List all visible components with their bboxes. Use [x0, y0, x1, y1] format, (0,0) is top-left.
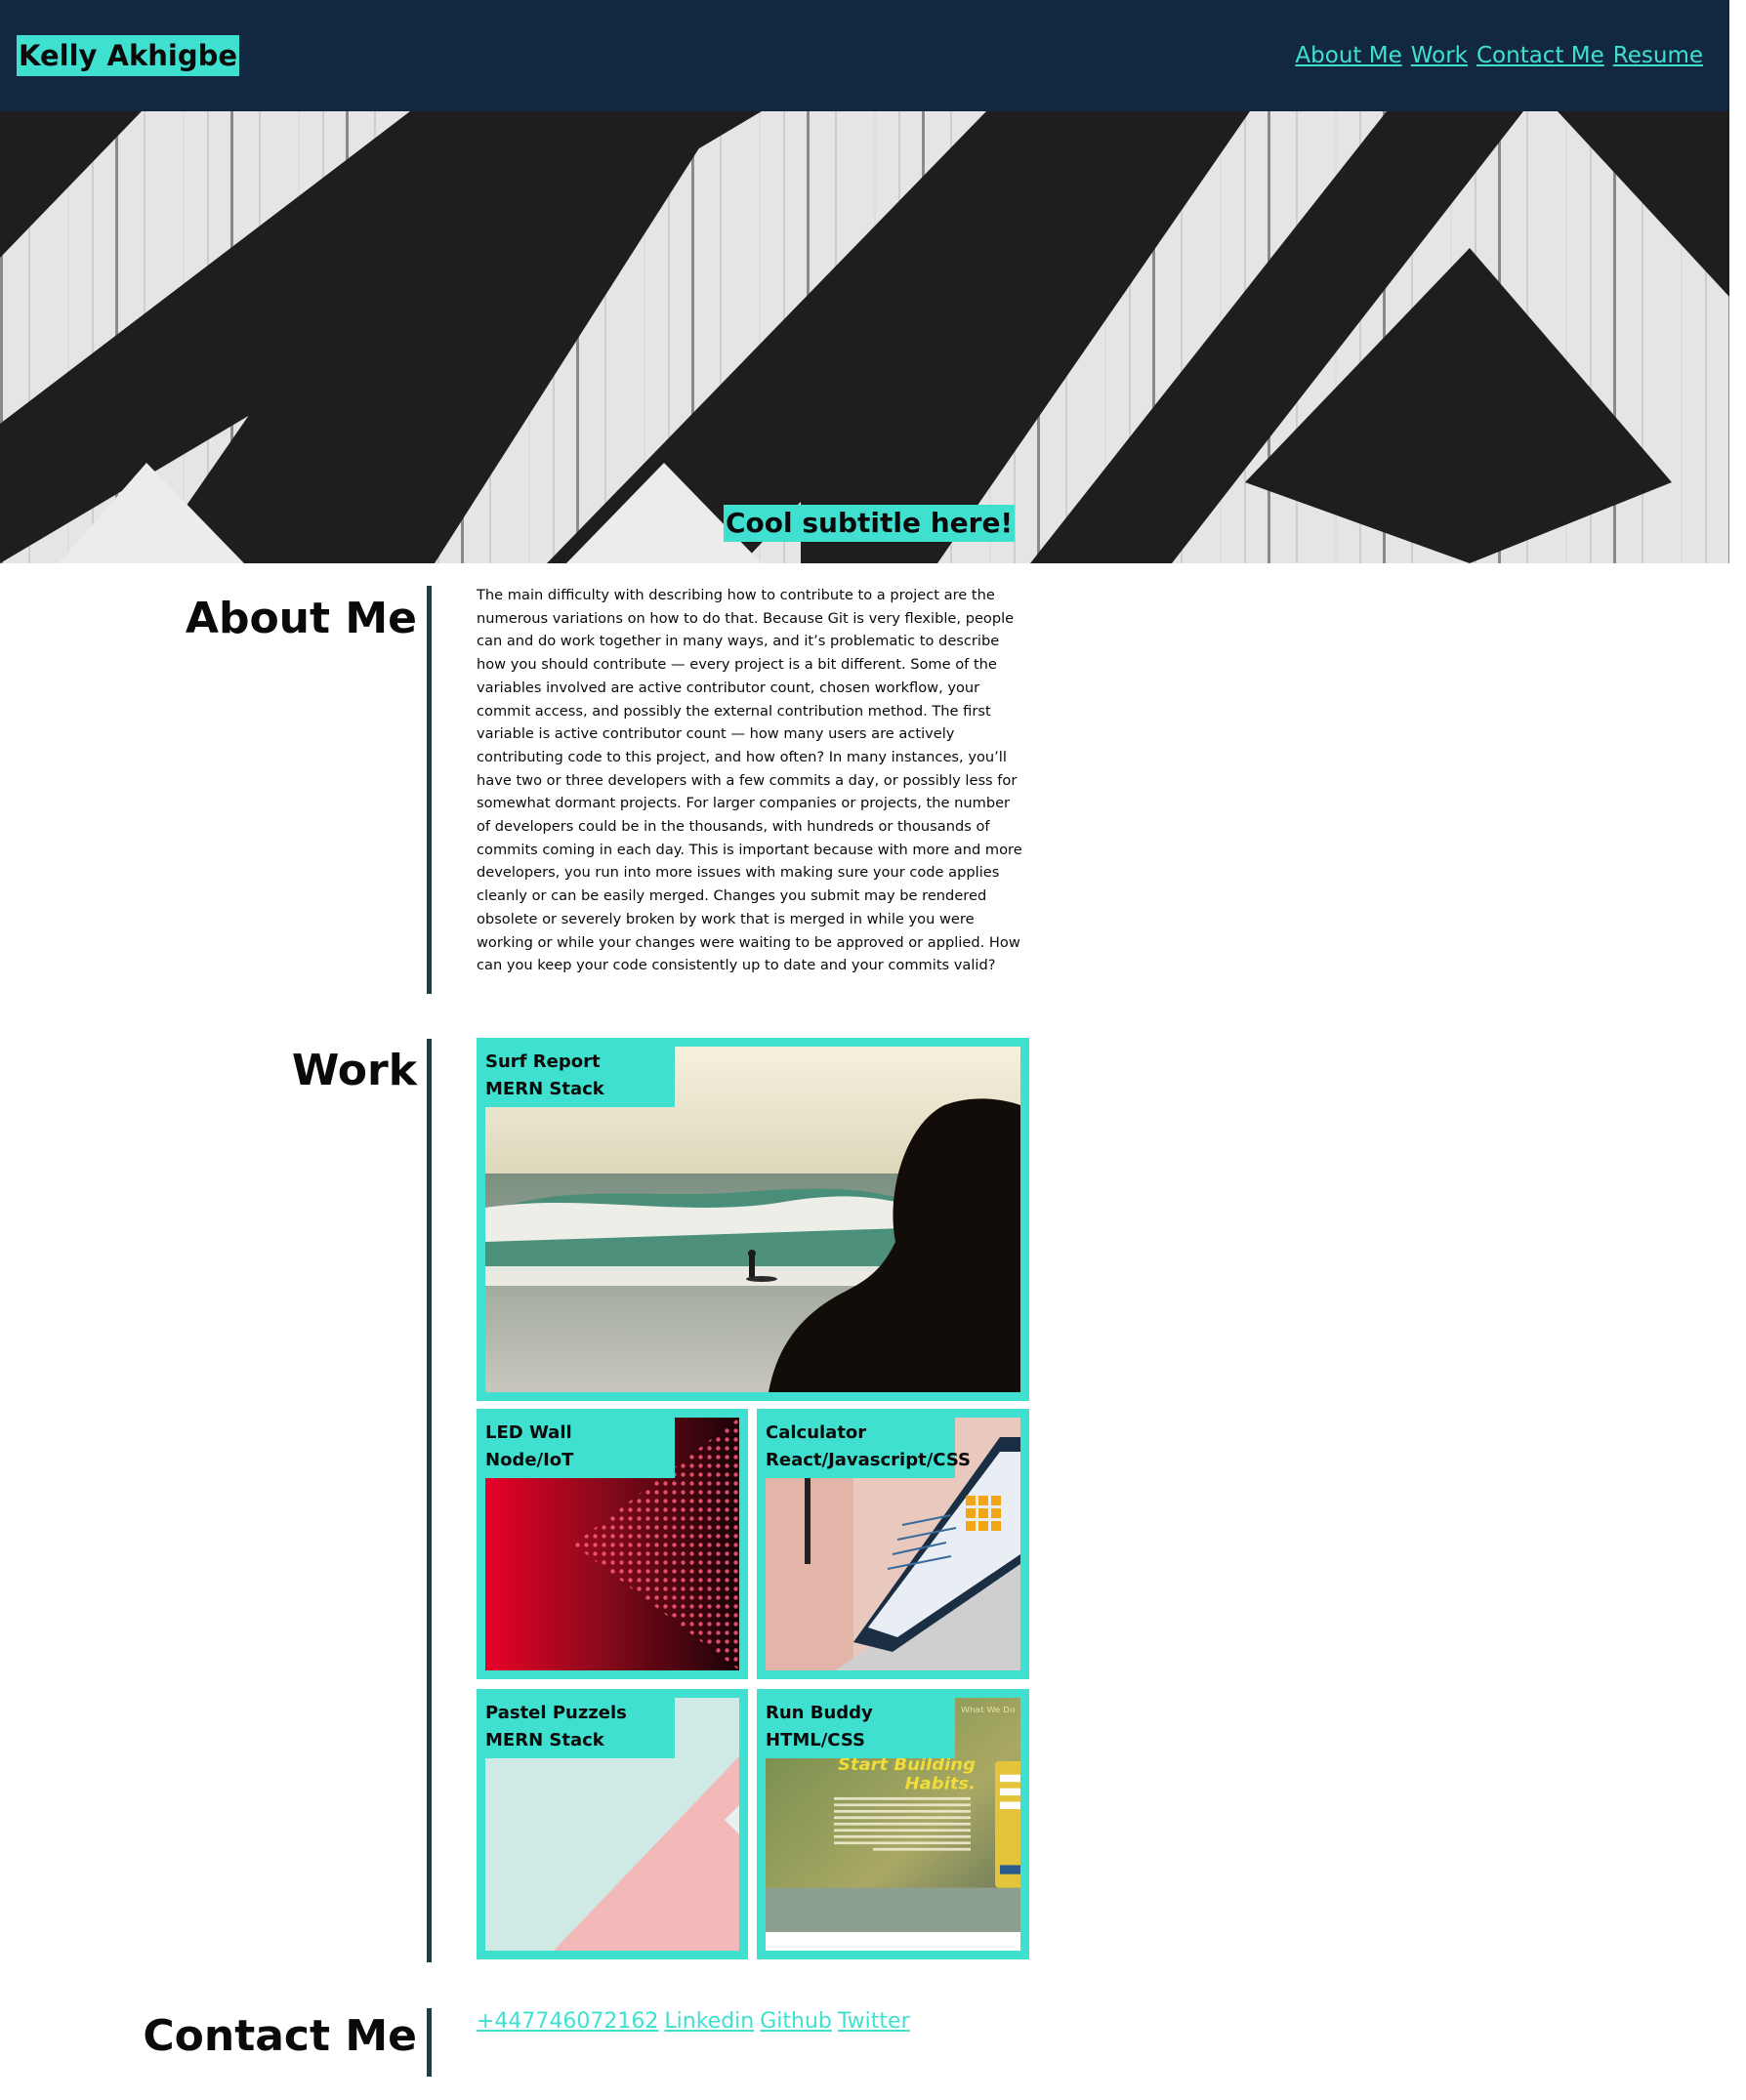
- project-label-calculator: Calculator React/Javascript/CSS: [766, 1418, 971, 1478]
- project-stack: HTML/CSS: [766, 1730, 865, 1750]
- contact-twitter-link[interactable]: Twitter: [838, 2009, 910, 2034]
- hero-background-image: [0, 111, 1729, 563]
- project-stack: Node/IoT: [485, 1450, 574, 1470]
- project-name: LED Wall: [485, 1422, 572, 1443]
- site-header: Kelly Akhigbe About Me Work Contact Me R…: [0, 0, 1729, 111]
- main-nav: About Me Work Contact Me Resume: [1295, 43, 1703, 68]
- site-brand[interactable]: Kelly Akhigbe: [17, 35, 240, 76]
- about-title: About Me: [185, 594, 417, 643]
- project-card-run-buddy[interactable]: What We Do Start Building Habits. Run Bu…: [757, 1689, 1029, 1959]
- contact-title: Contact Me: [143, 2011, 417, 2061]
- project-label-led-wall: LED Wall Node/IoT: [485, 1418, 675, 1478]
- project-name: Run Buddy: [766, 1703, 873, 1723]
- project-label-surf-report: Surf Report MERN Stack: [485, 1047, 675, 1107]
- project-name: Surf Report: [485, 1051, 601, 1072]
- work-divider: [427, 1039, 432, 1962]
- project-label-run-buddy: Run Buddy HTML/CSS: [766, 1698, 955, 1758]
- project-name: Pastel Puzzels: [485, 1703, 627, 1723]
- about-divider: [427, 586, 432, 994]
- run-buddy-heading-1: Start Building: [838, 1756, 976, 1775]
- project-stack: React/Javascript/CSS: [766, 1450, 971, 1470]
- project-stack: MERN Stack: [485, 1079, 604, 1099]
- contact-links: +447746072162 Linkedin Github Twitter: [477, 2009, 910, 2034]
- nav-contact-me[interactable]: Contact Me: [1476, 43, 1604, 68]
- project-card-calculator[interactable]: Calculator React/Javascript/CSS: [757, 1409, 1029, 1679]
- contact-github-link[interactable]: Github: [760, 2009, 832, 2034]
- run-buddy-heading-2: Habits.: [905, 1775, 976, 1793]
- project-label-pastel-puzzels: Pastel Puzzels MERN Stack: [485, 1698, 675, 1758]
- project-card-surf-report[interactable]: Surf Report MERN Stack: [477, 1038, 1029, 1401]
- nav-about-me[interactable]: About Me: [1295, 43, 1401, 68]
- hero-subtitle: Cool subtitle here!: [724, 505, 1016, 542]
- work-title: Work: [291, 1046, 417, 1095]
- nav-resume[interactable]: Resume: [1613, 43, 1703, 68]
- contact-linkedin-link[interactable]: Linkedin: [664, 2009, 754, 2034]
- contact-divider: [427, 2008, 432, 2077]
- project-name: Calculator: [766, 1422, 867, 1443]
- run-buddy-nav-text: What We Do: [961, 1706, 1016, 1715]
- project-stack: MERN Stack: [485, 1730, 604, 1750]
- hero-banner: Cool subtitle here!: [0, 111, 1729, 563]
- nav-work[interactable]: Work: [1411, 43, 1468, 68]
- about-text: The main difficulty with describing how …: [477, 587, 1022, 974]
- project-card-pastel-puzzels[interactable]: Pastel Puzzels MERN Stack: [477, 1689, 748, 1959]
- project-card-led-wall[interactable]: LED Wall Node/IoT: [477, 1409, 748, 1679]
- contact-phone-link[interactable]: +447746072162: [477, 2009, 658, 2034]
